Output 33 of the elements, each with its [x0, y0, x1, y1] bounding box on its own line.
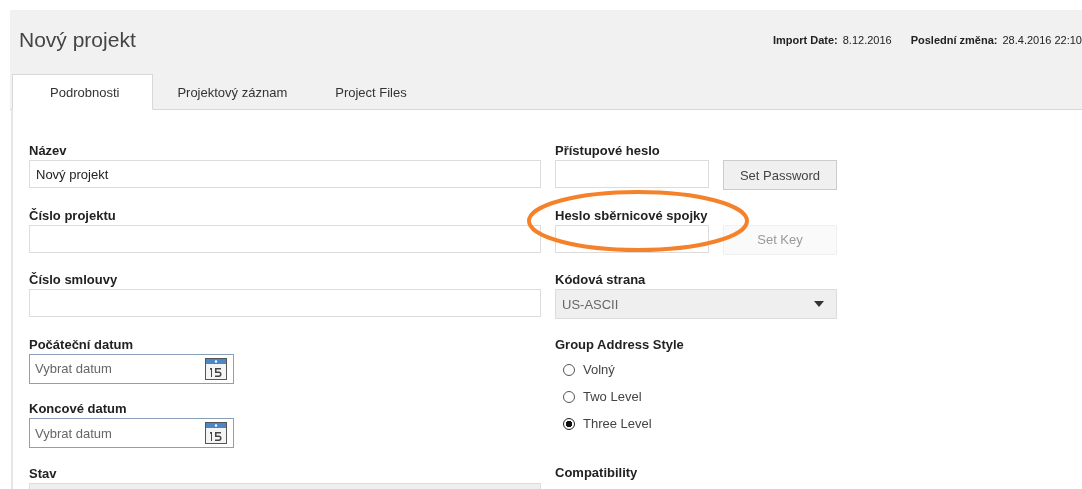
- date-field[interactable]: Vybrat datum: [29, 353, 234, 384]
- radio-option[interactable]: Volný: [563, 359, 615, 380]
- date-field[interactable]: Vybrat datum: [29, 418, 234, 448]
- field-label: Název: [29, 142, 68, 160]
- text-field[interactable]: [29, 289, 541, 317]
- field-label: Číslo projektu: [29, 206, 117, 225]
- password-field[interactable]: [555, 160, 709, 188]
- window-title: Nový projekt: [19, 28, 136, 52]
- set-button[interactable]: Set Password: [723, 160, 837, 190]
- radio-option[interactable]: Three Level: [563, 413, 652, 434]
- caret-icon: [814, 301, 824, 307]
- calendar-icon[interactable]: [205, 422, 227, 444]
- radio-icon[interactable]: [563, 417, 575, 430]
- meta-value: 8.12.2016: [842, 34, 892, 46]
- field-label: Kódová strana: [555, 271, 647, 289]
- field-label: Počáteční datum: [29, 335, 135, 354]
- meta-label: Poslední změna:: [910, 34, 998, 46]
- meta-value: 28.4.2016 22:10: [1002, 34, 1082, 46]
- field-label: Group Address Style: [555, 335, 685, 354]
- field-label: Heslo sběrnicové spojky: [555, 206, 709, 225]
- tab[interactable]: Podrobnosti: [12, 74, 154, 110]
- field-label: Číslo smlouvy: [29, 271, 119, 289]
- calendar-icon[interactable]: [205, 357, 227, 380]
- meta-label: Import Date:: [772, 34, 838, 46]
- field-label: Přístupové heslo: [555, 142, 661, 160]
- field-label: Stav: [29, 464, 58, 483]
- text-field[interactable]: [29, 224, 541, 253]
- radio-option[interactable]: Two Level: [563, 386, 642, 407]
- text-field[interactable]: Nový projekt: [29, 160, 541, 188]
- tab[interactable]: Project Files: [311, 74, 431, 110]
- tab[interactable]: Projektový záznam: [153, 74, 312, 110]
- field-label: Compatibility: [555, 463, 639, 482]
- field-label: Koncové datum: [29, 400, 128, 418]
